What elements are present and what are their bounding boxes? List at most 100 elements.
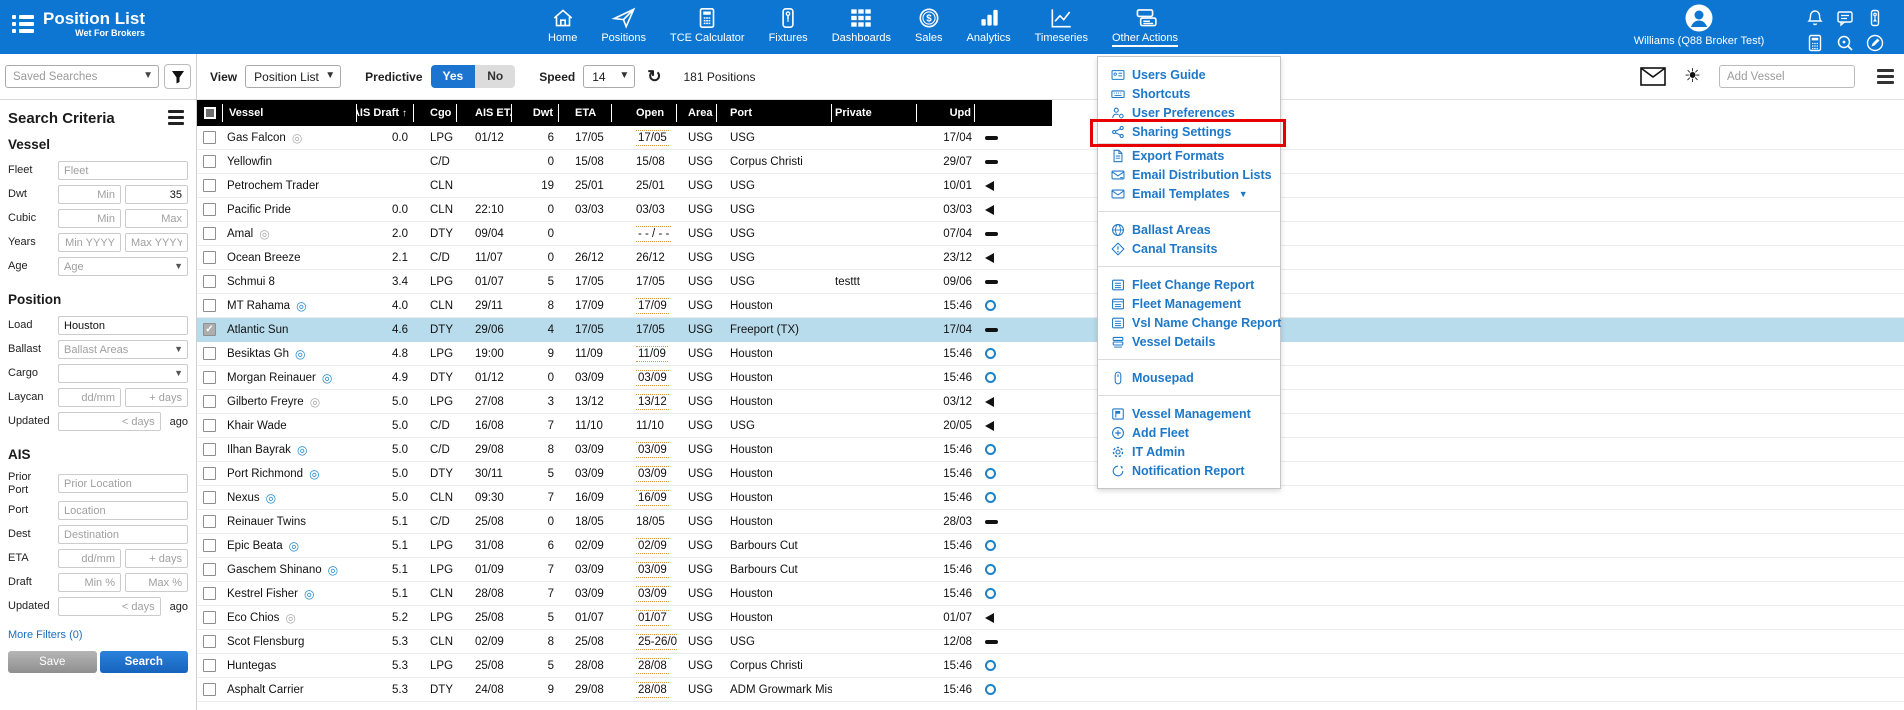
table-row[interactable]: Huntegas 5.3 LPG 25/08 5 28/08 28/08 USG Corpus … [197, 654, 1904, 678]
laycan-input[interactable] [58, 388, 121, 407]
view-select[interactable]: Position List ▼ [245, 65, 342, 88]
vessel-name[interactable]: Nexus [227, 492, 260, 504]
predictive-toggle[interactable]: Yes No [430, 65, 516, 88]
table-row[interactable]: Petrochem Trader CLN 19 25/01 25/01 USG USG 10/… [197, 174, 1904, 198]
nav-item-other-actions[interactable]: Other Actions [1100, 4, 1190, 49]
dest-input[interactable] [58, 525, 188, 545]
select-all-checkbox[interactable] [204, 107, 216, 119]
vessel-name[interactable]: Scot Flensburg [227, 636, 304, 648]
row-checkbox[interactable] [203, 395, 216, 408]
vessel-name[interactable]: Reinauer Twins [227, 516, 306, 528]
menu-item-vessel-details[interactable]: Vessel Details [1098, 332, 1280, 351]
row-select-cell[interactable] [197, 390, 223, 414]
vessel-name[interactable]: Atlantic Sun [227, 324, 288, 336]
years-input[interactable] [58, 233, 121, 252]
row-checkbox[interactable] [203, 563, 216, 576]
draft-input[interactable] [58, 573, 121, 593]
vessel-cell[interactable]: Kestrel Fisher ◎ [223, 582, 357, 606]
row-select-cell[interactable] [197, 462, 223, 486]
search-button[interactable]: Search [99, 651, 188, 674]
row-select-cell[interactable] [197, 270, 223, 294]
filter-button[interactable] [164, 64, 191, 89]
dwt-input[interactable] [125, 185, 188, 204]
eta-input[interactable] [125, 549, 188, 569]
vessel-name[interactable]: Amal [227, 228, 253, 240]
row-select-cell[interactable] [197, 126, 223, 150]
vessel-cell[interactable]: Huntegas [223, 654, 357, 678]
laycan-input[interactable] [125, 388, 188, 407]
row-select-cell[interactable] [197, 678, 223, 702]
vessel-name[interactable]: Huntegas [227, 660, 276, 672]
vessel-cell[interactable]: Besiktas Gh ◎ [223, 342, 357, 366]
save-button[interactable]: Save [8, 651, 97, 674]
row-select-cell[interactable] [197, 150, 223, 174]
vessel-cell[interactable]: Schmui 8 [223, 270, 357, 294]
draft-input[interactable] [125, 573, 188, 593]
vessel-name[interactable]: Port Richmond [227, 468, 303, 480]
row-select-cell[interactable] [197, 198, 223, 222]
vessel-cell[interactable]: Atlantic Sun [223, 318, 357, 342]
row-checkbox[interactable] [203, 659, 216, 672]
fleet-input[interactable] [58, 161, 188, 180]
table-row[interactable]: Schmui 8 3.4 LPG 01/07 5 17/05 17/05 USG USG test… [197, 270, 1904, 294]
years-input[interactable] [125, 233, 188, 252]
notifications-bell-icon[interactable] [1806, 9, 1824, 32]
table-row[interactable]: Epic Beata ◎ 5.1 LPG 31/08 6 02/09 02/09 USG Barb… [197, 534, 1904, 558]
menu-item-it-admin[interactable]: IT Admin [1098, 442, 1280, 461]
table-row[interactable]: Nexus ◎ 5.0 CLN 09:30 7 16/09 16/09 USG Houston 15… [197, 486, 1904, 510]
vessel-name[interactable]: Epic Beata [227, 540, 283, 552]
vessel-cell[interactable]: Port Richmond ◎ [223, 462, 357, 486]
vessel-name[interactable]: Besiktas Gh [227, 348, 289, 360]
row-select-cell[interactable] [197, 582, 223, 606]
row-checkbox[interactable] [203, 539, 216, 552]
vessel-name[interactable]: Schmui 8 [227, 276, 275, 288]
vessel-cell[interactable]: Gaschem Shinano ◎ [223, 558, 357, 582]
vessel-name[interactable]: Khair Wade [227, 420, 287, 432]
load-input[interactable] [58, 316, 188, 335]
row-select-cell[interactable] [197, 414, 223, 438]
nav-item-analytics[interactable]: Analytics [955, 4, 1023, 49]
row-select-cell[interactable] [197, 510, 223, 534]
row-checkbox[interactable] [203, 131, 216, 144]
menu-item-fleet-management[interactable]: Fleet Management [1098, 294, 1280, 313]
row-checkbox[interactable] [203, 515, 216, 528]
menu-item-ballast-areas[interactable]: Ballast Areas [1098, 220, 1280, 239]
row-checkbox[interactable] [203, 203, 216, 216]
row-checkbox[interactable] [203, 419, 216, 432]
nav-item-dashboards[interactable]: Dashboards [820, 4, 903, 49]
refresh-icon[interactable]: ↻ [647, 67, 661, 87]
vessel-cell[interactable]: Yellowfin [223, 150, 357, 174]
vessel-cell[interactable]: Eco Chios ◎ [223, 606, 357, 630]
eta-input[interactable] [58, 549, 121, 569]
vessel-name[interactable]: Gaschem Shinano [227, 564, 322, 576]
vessel-cell[interactable]: Ilhan Bayrak ◎ [223, 438, 357, 462]
nav-item-positions[interactable]: Positions [589, 4, 658, 49]
vessel-name[interactable]: Ocean Breeze [227, 252, 301, 264]
row-checkbox[interactable] [203, 635, 216, 648]
row-checkbox[interactable]: ✓ [203, 323, 216, 336]
vessel-cell[interactable]: Asphalt Carrier [223, 678, 357, 702]
table-row[interactable]: ✓ Atlantic Sun 4.6 DTY 29/06 4 17/05 17/05 USG Fr… [197, 318, 1904, 342]
vessel-name[interactable]: Gas Falcon [227, 132, 286, 144]
row-select-cell[interactable] [197, 558, 223, 582]
row-checkbox[interactable] [203, 179, 216, 192]
row-select-cell[interactable] [197, 174, 223, 198]
app-logo[interactable]: Position List Wet For Brokers [12, 10, 145, 38]
table-row[interactable]: Ilhan Bayrak ◎ 5.0 C/D 29/08 8 03/09 03/09 USG Ho… [197, 438, 1904, 462]
row-select-cell[interactable] [197, 294, 223, 318]
menu-item-users-guide[interactable]: Users Guide [1098, 65, 1280, 84]
table-row[interactable]: Amal ◎ 2.0 DTY 09/04 0 - - / - - USG USG 07/04 [197, 222, 1904, 246]
menu-item-export-formats[interactable]: Export Formats [1098, 146, 1280, 165]
fixtures-quick-icon[interactable] [1866, 9, 1884, 32]
table-row[interactable]: Yellowfin C/D 0 15/08 15/08 USG Corpus Christi… [197, 150, 1904, 174]
table-row[interactable]: Ocean Breeze 2.1 C/D 11/07 0 26/12 26/12 USG USG… [197, 246, 1904, 270]
table-row[interactable]: Port Richmond ◎ 5.0 DTY 30/11 5 03/09 03/09 USG H… [197, 462, 1904, 486]
ballast-select[interactable]: Ballast Areas ▼ [58, 340, 188, 359]
row-checkbox[interactable] [203, 467, 216, 480]
menu-item-add-fleet[interactable]: Add Fleet [1098, 423, 1280, 442]
vessel-cell[interactable]: Khair Wade [223, 414, 357, 438]
table-row[interactable]: MT Rahama ◎ 4.0 CLN 29/11 8 17/09 17/09 USG Houst… [197, 294, 1904, 318]
vessel-name[interactable]: Yellowfin [227, 156, 272, 168]
speed-select[interactable]: 14 ▼ [583, 65, 636, 88]
table-row[interactable]: Besiktas Gh ◎ 4.8 LPG 19:00 9 11/09 11/09 USG Hou… [197, 342, 1904, 366]
